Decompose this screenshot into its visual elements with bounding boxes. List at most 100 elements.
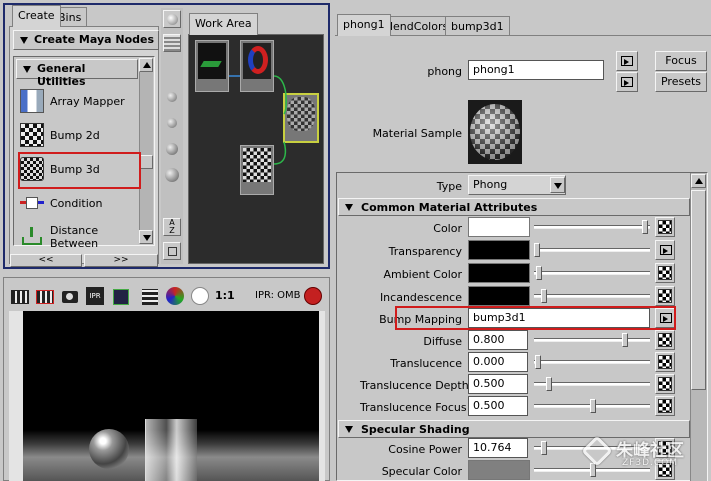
transparency-slider[interactable] xyxy=(534,248,650,252)
alpha-channel-icon[interactable] xyxy=(191,287,211,307)
nav-next-button[interactable]: >> xyxy=(84,254,158,267)
render-view-close-icon[interactable] xyxy=(304,287,322,305)
cosine-power-field[interactable]: 10.764 xyxy=(468,438,528,458)
output-connection-button[interactable] xyxy=(616,72,638,92)
map-button[interactable] xyxy=(655,330,675,350)
section-title: Specular Shading xyxy=(361,423,470,436)
strip-dot-icon[interactable] xyxy=(165,168,179,182)
ambient-color-swatch[interactable] xyxy=(468,263,530,283)
material-sample-swatch xyxy=(468,100,522,164)
slider-thumb[interactable] xyxy=(642,220,648,234)
color-swatch[interactable] xyxy=(468,217,530,237)
map-button[interactable] xyxy=(655,263,675,283)
list-item-distance-between[interactable]: Distance Between xyxy=(20,220,140,254)
rendered-image[interactable] xyxy=(9,311,325,481)
node-label: Condition xyxy=(50,196,103,210)
ratio-label[interactable]: 1:1 xyxy=(215,289,235,302)
region-icon[interactable] xyxy=(111,287,131,307)
slider-thumb[interactable] xyxy=(535,355,541,369)
map-button[interactable] xyxy=(655,217,675,237)
ipr-render-icon[interactable] xyxy=(36,287,56,307)
bump-2d-icon xyxy=(20,123,44,147)
checker-icon xyxy=(658,333,672,347)
translucence-focus-field[interactable]: 0.500 xyxy=(468,396,528,416)
incandescence-swatch[interactable] xyxy=(468,286,530,306)
map-button[interactable] xyxy=(655,240,675,260)
slider-thumb[interactable] xyxy=(622,333,628,347)
nav-prev-button[interactable]: << xyxy=(10,254,82,267)
diffuse-slider[interactable] xyxy=(534,338,650,342)
tab-create[interactable]: Create xyxy=(12,5,61,27)
translucence-depth-field[interactable]: 0.500 xyxy=(468,374,528,394)
translucence-slider[interactable] xyxy=(534,360,650,364)
bump-mapping-highlight xyxy=(395,306,676,330)
strip-dot-icon[interactable] xyxy=(166,143,178,155)
scroll-thumb[interactable] xyxy=(691,190,706,390)
grid-view-icon[interactable] xyxy=(163,34,181,52)
presets-button[interactable]: Presets xyxy=(655,72,707,92)
ipr-status-label: IPR: OMB xyxy=(255,290,301,301)
color-slider[interactable] xyxy=(534,225,650,229)
create-maya-nodes-button[interactable]: Create Maya Nodes xyxy=(13,30,159,50)
glass-cube xyxy=(145,419,197,481)
render-settings-icon[interactable] xyxy=(140,287,160,307)
strip-dot-icon[interactable] xyxy=(167,92,177,102)
specular-color-swatch[interactable] xyxy=(468,460,530,480)
tab-bump3d1[interactable]: bump3d1 xyxy=(445,16,510,36)
chevron-down-icon xyxy=(23,66,31,73)
map-button[interactable] xyxy=(655,396,675,416)
incandescence-slider[interactable] xyxy=(534,294,650,298)
slider-thumb[interactable] xyxy=(590,399,596,413)
sort-options-icon[interactable] xyxy=(163,242,181,260)
list-item-array-mapper[interactable]: Array Mapper xyxy=(20,84,140,118)
slider-thumb[interactable] xyxy=(534,243,540,257)
transparency-label: Transparency xyxy=(388,245,462,258)
map-button[interactable] xyxy=(655,352,675,372)
diffuse-field[interactable]: 0.800 xyxy=(468,330,528,350)
type-dropdown[interactable]: Phong xyxy=(468,175,566,195)
color-label: Color xyxy=(433,222,462,235)
strip-dot-icon[interactable] xyxy=(167,118,177,128)
scroll-thumb[interactable] xyxy=(139,155,153,169)
sphere-icon[interactable] xyxy=(163,10,181,28)
tab-work-area[interactable]: Work Area xyxy=(189,13,258,35)
general-utilities-header[interactable]: General Utilities xyxy=(16,59,138,88)
slider-thumb[interactable] xyxy=(541,289,547,303)
focus-button[interactable]: Focus xyxy=(655,51,707,71)
translucence-field[interactable]: 0.000 xyxy=(468,352,528,372)
slider-thumb[interactable] xyxy=(546,377,552,391)
snapshot-icon[interactable] xyxy=(60,287,80,307)
type-label: Type xyxy=(436,180,462,193)
watermark-logo-icon xyxy=(581,435,613,467)
map-button[interactable] xyxy=(655,374,675,394)
input-connection-button[interactable] xyxy=(616,51,638,71)
ambient-color-slider[interactable] xyxy=(534,271,650,275)
list-item-bump-2d[interactable]: Bump 2d xyxy=(20,118,140,152)
array-mapper-icon xyxy=(20,89,44,113)
node-label: Bump 2d xyxy=(50,128,100,142)
slider-thumb[interactable] xyxy=(541,441,547,455)
scroll-up-arrow[interactable] xyxy=(139,58,153,72)
distance-between-icon xyxy=(20,225,44,249)
checker-icon xyxy=(658,266,672,280)
node-list-scrollbar[interactable] xyxy=(139,58,153,244)
rgb-channels-icon[interactable] xyxy=(166,287,186,307)
render-icon[interactable] xyxy=(11,287,31,307)
glass-sphere xyxy=(89,429,129,469)
scroll-down-arrow[interactable] xyxy=(139,230,153,244)
node-name-field[interactable]: phong1 xyxy=(468,60,604,80)
scroll-up-arrow[interactable] xyxy=(691,174,706,188)
slider-thumb[interactable] xyxy=(536,266,542,280)
material-sample-label: Material Sample xyxy=(372,127,462,140)
common-material-section[interactable]: Common Material Attributes xyxy=(338,198,690,216)
map-button[interactable] xyxy=(655,286,675,306)
translucence-label: Translucence xyxy=(390,357,462,370)
transparency-swatch[interactable] xyxy=(468,240,530,260)
translucence-depth-label: Translucence Depth xyxy=(360,379,469,392)
ipr-icon[interactable]: IPR xyxy=(86,287,106,307)
tab-phong1[interactable]: phong1 xyxy=(337,14,391,36)
list-item-condition[interactable]: Condition xyxy=(20,186,140,220)
sort-az-icon[interactable]: AZ xyxy=(163,218,181,236)
node-label: Array Mapper xyxy=(50,94,125,108)
translucence-focus-label: Translucence Focus xyxy=(360,401,467,414)
